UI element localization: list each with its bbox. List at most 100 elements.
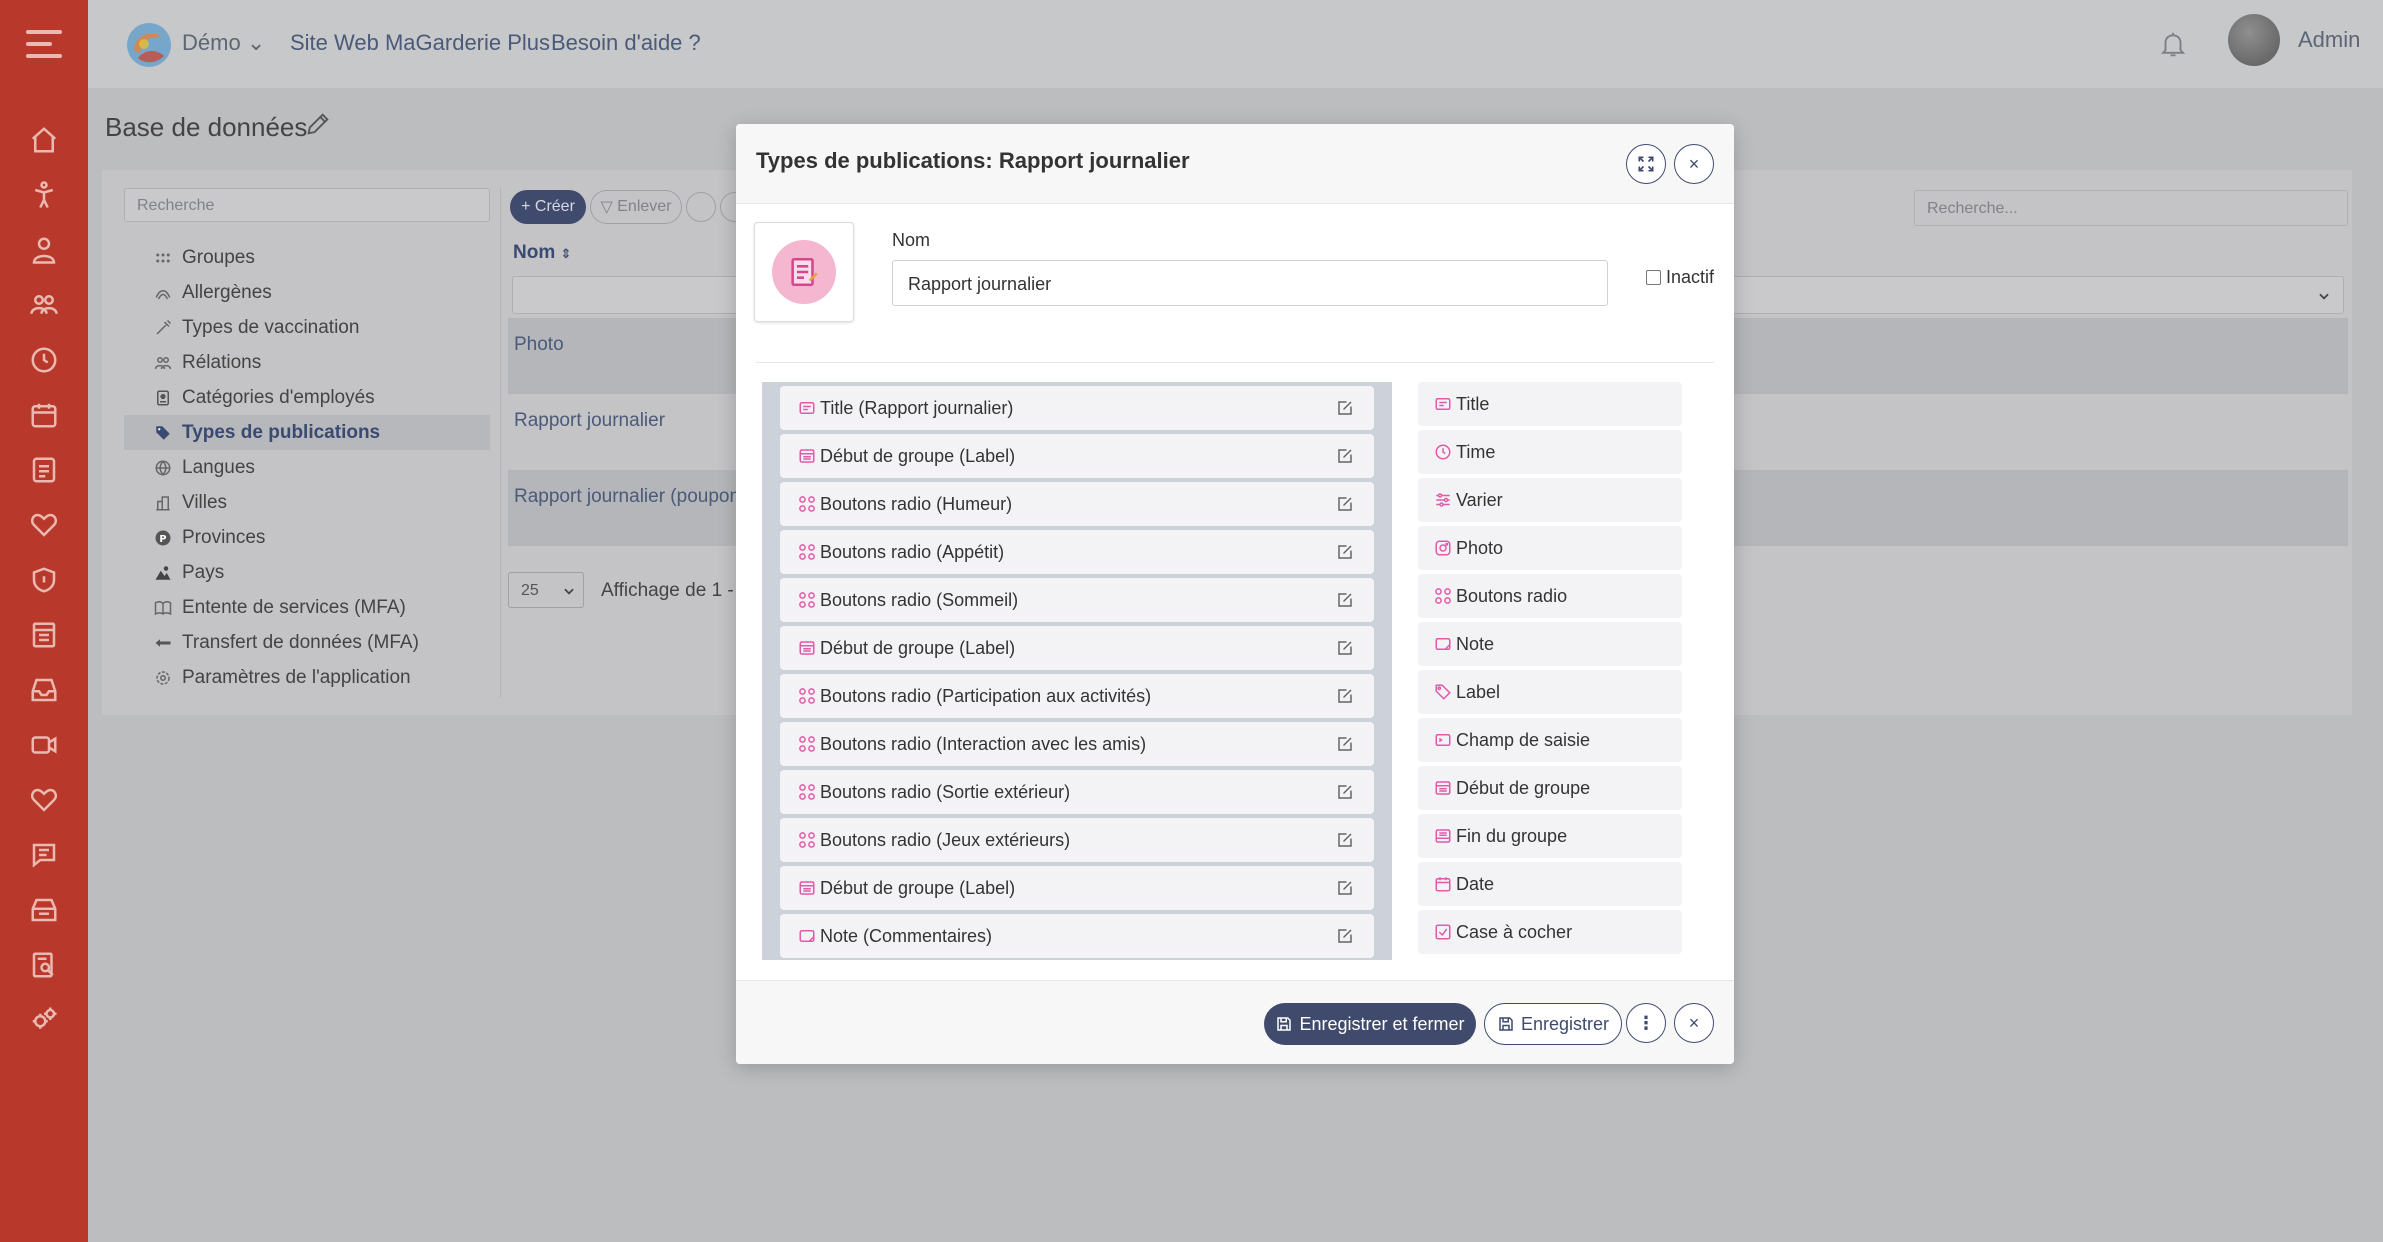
more-options-button[interactable]: ⋮	[1626, 1003, 1666, 1043]
edit-icon[interactable]	[1336, 879, 1354, 897]
bell-icon[interactable]	[2158, 28, 2188, 60]
report-search-icon[interactable]	[26, 947, 62, 983]
field-item[interactable]: Title (Rapport journalier)	[780, 386, 1374, 430]
field-item[interactable]: Boutons radio (Interaction avec les amis…	[780, 722, 1374, 766]
home-icon[interactable]	[26, 122, 62, 158]
tree-item-app-settings[interactable]: Paramètres de l'application	[124, 660, 490, 695]
edit-icon[interactable]	[1336, 831, 1354, 849]
palette-item-note[interactable]: Note	[1418, 622, 1682, 666]
edit-title-icon[interactable]	[304, 110, 332, 138]
shield-icon[interactable]	[26, 562, 62, 598]
tree-item-villes[interactable]: Villes	[124, 485, 490, 520]
tree-item-vaccination[interactable]: Types de vaccination	[124, 310, 490, 345]
transfer-icon	[155, 638, 171, 647]
tree-item-provinces[interactable]: P Provinces	[124, 520, 490, 555]
create-button[interactable]: + Créer	[510, 190, 586, 224]
palette-item-checkbox[interactable]: Case à cocher	[1418, 910, 1682, 954]
tree-item-allergenes[interactable]: Allergènes	[124, 275, 490, 310]
calendar-icon[interactable]	[26, 397, 62, 433]
palette-item-radio[interactable]: Boutons radio	[1418, 574, 1682, 618]
inbox-icon[interactable]	[26, 672, 62, 708]
field-item[interactable]: Boutons radio (Sortie extérieur)	[780, 770, 1374, 814]
video-icon[interactable]	[26, 727, 62, 763]
settings-icon[interactable]	[26, 1002, 62, 1038]
save-icon	[1499, 1017, 1513, 1031]
expand-button[interactable]	[1626, 144, 1666, 184]
tags-icon	[156, 425, 170, 440]
field-item[interactable]: Boutons radio (Humeur)	[780, 482, 1374, 526]
palette-item-date[interactable]: Date	[1418, 862, 1682, 906]
edit-icon[interactable]	[1336, 927, 1354, 945]
menu-toggle-icon[interactable]	[26, 30, 62, 58]
field-item[interactable]: Boutons radio (Sommeil)	[780, 578, 1374, 622]
palette-item-title[interactable]: Title	[1418, 382, 1682, 426]
heart-outline-icon[interactable]	[26, 782, 62, 818]
palette-item-varier[interactable]: Varier	[1418, 478, 1682, 522]
tree-item-relations[interactable]: Rélations	[124, 345, 490, 380]
field-item[interactable]: Début de groupe (Label)	[780, 626, 1374, 670]
edit-icon[interactable]	[1336, 783, 1354, 801]
website-link[interactable]: Site Web MaGarderie Plus	[290, 30, 550, 56]
save-button[interactable]: Enregistrer	[1484, 1003, 1622, 1045]
help-link[interactable]: Besoin d'aide ?	[551, 30, 701, 56]
camera-icon	[1435, 540, 1451, 556]
book-icon	[154, 600, 172, 615]
refresh-icon[interactable]	[686, 192, 716, 222]
calendar-icon	[1435, 877, 1451, 892]
field-item[interactable]: Boutons radio (Participation aux activit…	[780, 674, 1374, 718]
remove-button[interactable]: ▽ Enlever	[590, 190, 682, 224]
column-header-name[interactable]: Nom ⇕	[513, 242, 571, 264]
tree-item-employee-categories[interactable]: Catégories d'employés	[124, 380, 490, 415]
tree-item-groupes[interactable]: Groupes	[124, 240, 490, 275]
heart-icon[interactable]	[26, 507, 62, 543]
tree-item-publication-types[interactable]: Types de publications	[124, 415, 490, 450]
tree-item-data-transfer[interactable]: Transfert de données (MFA)	[124, 625, 490, 660]
name-input[interactable]: Rapport journalier	[892, 260, 1608, 306]
edit-icon[interactable]	[1336, 399, 1354, 417]
palette-item-photo[interactable]: Photo	[1418, 526, 1682, 570]
grid-dots-icon	[156, 253, 170, 262]
palette-item-group-start[interactable]: Début de groupe	[1418, 766, 1682, 810]
avatar[interactable]	[2228, 14, 2280, 66]
user-name[interactable]: Admin	[2298, 27, 2360, 53]
tree-search-input[interactable]: Recherche	[124, 188, 490, 222]
publication-icon-picker[interactable]	[754, 222, 854, 322]
tree-item-pays[interactable]: Pays	[124, 555, 490, 590]
edit-icon[interactable]	[1336, 591, 1354, 609]
field-item[interactable]: Note (Commentaires)	[780, 914, 1374, 958]
messages-icon[interactable]	[26, 837, 62, 873]
menu-board-icon[interactable]	[26, 617, 62, 653]
field-item[interactable]: Boutons radio (Appétit)	[780, 530, 1374, 574]
edit-icon[interactable]	[1336, 639, 1354, 657]
field-item[interactable]: Début de groupe (Label)	[780, 434, 1374, 478]
palette-item-group-end[interactable]: Fin du groupe	[1418, 814, 1682, 858]
users-icon[interactable]	[26, 287, 62, 323]
palette-item-time[interactable]: Time	[1418, 430, 1682, 474]
group-start-icon	[799, 449, 815, 463]
app-logo-icon[interactable]	[124, 20, 174, 70]
edit-icon[interactable]	[1336, 447, 1354, 465]
org-selector[interactable]: Démo ⌄	[182, 30, 265, 56]
sort-icon: ⇕	[560, 246, 572, 261]
clock-icon[interactable]	[26, 342, 62, 378]
close-button[interactable]: ×	[1674, 144, 1714, 184]
edit-icon[interactable]	[1336, 543, 1354, 561]
edit-icon[interactable]	[1336, 495, 1354, 513]
edit-icon[interactable]	[1336, 687, 1354, 705]
tree-item-langues[interactable]: Langues	[124, 450, 490, 485]
field-item[interactable]: Boutons radio (Jeux extérieurs)	[780, 818, 1374, 862]
checklist-icon[interactable]	[26, 452, 62, 488]
palette-item-label[interactable]: Label	[1418, 670, 1682, 714]
inactive-checkbox[interactable]	[1646, 270, 1661, 285]
palette-item-input[interactable]: Champ de saisie	[1418, 718, 1682, 762]
educator-icon[interactable]	[26, 232, 62, 268]
child-icon[interactable]	[26, 177, 62, 213]
kebab-icon: ⋮	[1637, 1012, 1655, 1033]
edit-icon[interactable]	[1336, 735, 1354, 753]
field-item[interactable]: Début de groupe (Label)	[780, 866, 1374, 910]
list-search-input[interactable]: Recherche...	[1914, 190, 2348, 226]
tree-item-service-agreement[interactable]: Entente de services (MFA)	[124, 590, 490, 625]
save-and-close-button[interactable]: Enregistrer et fermer	[1264, 1003, 1476, 1045]
archive-icon[interactable]	[26, 892, 62, 928]
footer-close-button[interactable]: ×	[1674, 1003, 1714, 1043]
